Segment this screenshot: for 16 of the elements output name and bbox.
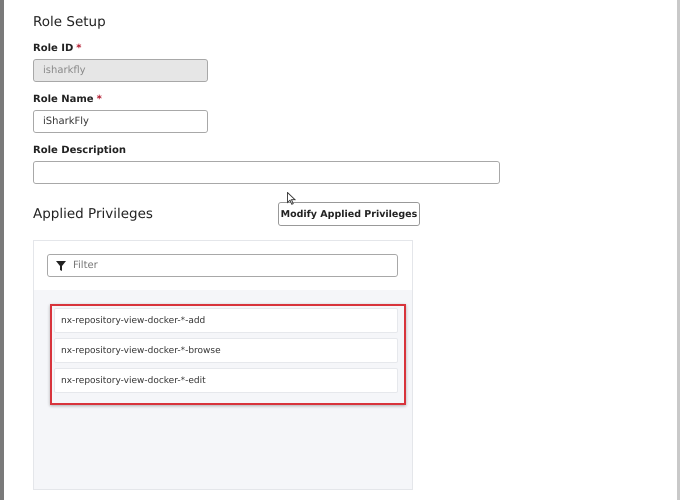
modify-privileges-button[interactable]: Modify Applied Privileges: [278, 202, 420, 226]
privilege-item[interactable]: nx-repository-view-docker-*-add: [54, 308, 398, 333]
privilege-item[interactable]: nx-repository-view-docker-*-browse: [54, 338, 398, 363]
mouse-cursor-icon: [287, 192, 296, 205]
text-field[interactable]: [33, 161, 500, 184]
filter-field[interactable]: Filter: [47, 254, 398, 277]
required-marker: *: [76, 43, 82, 54]
required-marker: *: [96, 94, 102, 105]
text-field[interactable]: iSharkFly: [33, 110, 208, 133]
field-label: Role ID: [33, 43, 74, 54]
field-label: Role Name: [33, 94, 94, 105]
privilege-item[interactable]: nx-repository-view-docker-*-edit: [54, 368, 398, 393]
section-title: Role Setup: [33, 14, 107, 30]
section-title: Applied Privileges: [33, 206, 153, 222]
filter-icon: [56, 261, 66, 271]
field-label: Role Description: [33, 145, 126, 156]
